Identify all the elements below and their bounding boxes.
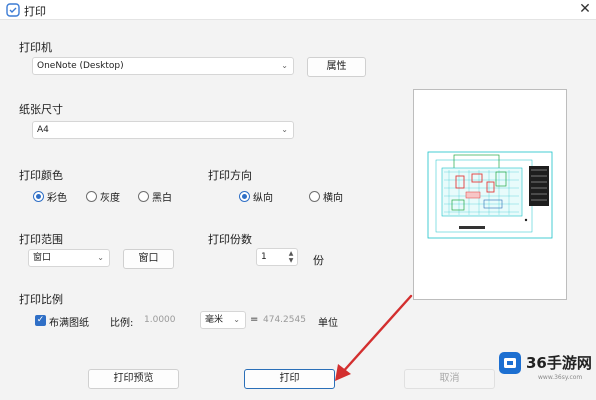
- print-preview-button[interactable]: 打印预览: [88, 369, 179, 389]
- radio-landscape[interactable]: 横向: [309, 188, 343, 204]
- printer-select-value: OneNote (Desktop): [37, 61, 124, 71]
- window-title: 打印: [24, 5, 46, 18]
- radio-blackwhite-label: 黑白: [152, 192, 172, 204]
- radio-color-label: 彩色: [47, 192, 67, 204]
- copies-stepper[interactable]: 1 ▲ ▼: [256, 248, 298, 266]
- radio-grayscale-indicator: [86, 190, 97, 202]
- window-select-button[interactable]: 窗口: [123, 249, 174, 269]
- watermark-brand: 36手游网: [526, 354, 592, 372]
- copies-label: 打印份数: [208, 233, 252, 246]
- properties-button[interactable]: 属性: [307, 57, 366, 77]
- print-color-label: 打印颜色: [19, 169, 63, 182]
- radio-blackwhite[interactable]: 黑白: [138, 188, 172, 204]
- copies-value: 1: [261, 252, 267, 262]
- radio-portrait[interactable]: 纵向: [239, 188, 273, 204]
- chevron-down-icon: ⌄: [281, 61, 288, 70]
- stepper-up-icon[interactable]: ▲: [286, 250, 296, 257]
- radio-color-indicator: [33, 190, 44, 202]
- chevron-down-icon: ⌄: [281, 125, 288, 134]
- radio-blackwhite-indicator: [138, 190, 149, 202]
- radio-grayscale-label: 灰度: [100, 192, 120, 204]
- radio-landscape-label: 横向: [323, 192, 343, 204]
- print-scale-label: 打印比例: [19, 293, 63, 306]
- radio-landscape-indicator: [309, 190, 320, 202]
- paper-size-label: 纸张尺寸: [19, 103, 63, 116]
- drawing-thumbnail: [427, 151, 553, 239]
- paper-size-select[interactable]: A4 ⌄: [32, 121, 294, 139]
- radio-portrait-label: 纵向: [253, 192, 273, 204]
- print-button[interactable]: 打印: [244, 369, 335, 389]
- radio-color[interactable]: 彩色: [33, 188, 67, 204]
- watermark: 36手游网 www.36sy.com: [498, 348, 594, 394]
- unit-select[interactable]: 毫米 ⌄: [200, 311, 246, 329]
- radio-grayscale[interactable]: 灰度: [86, 188, 120, 204]
- printer-select[interactable]: OneNote (Desktop) ⌄: [32, 57, 294, 75]
- equals-sign: =: [250, 314, 259, 325]
- close-button[interactable]: ✕: [574, 0, 596, 20]
- app-icon: [6, 3, 20, 17]
- paper-size-value: A4: [37, 125, 49, 135]
- annotation-arrow: [335, 294, 413, 381]
- stepper-down-icon[interactable]: ▼: [286, 257, 296, 264]
- copies-unit: 份: [313, 254, 324, 267]
- print-range-value: 窗口: [33, 253, 52, 263]
- title-bar: 打印 ✕: [0, 0, 596, 20]
- print-orientation-label: 打印方向: [208, 169, 252, 182]
- print-preview-panel: [413, 89, 567, 300]
- computed-value[interactable]: 474.2545: [263, 315, 306, 325]
- radio-portrait-indicator: [239, 190, 250, 202]
- fit-to-paper-checkbox[interactable]: ✓: [35, 315, 46, 326]
- unit-select-value: 毫米: [205, 315, 224, 325]
- chevron-down-icon: ⌄: [233, 315, 240, 324]
- print-range-label: 打印范围: [19, 233, 63, 246]
- printer-label: 打印机: [19, 41, 52, 54]
- ratio-label: 比例:: [110, 318, 134, 329]
- ratio-value[interactable]: 1.0000: [144, 315, 176, 325]
- chevron-down-icon: ⌄: [97, 253, 104, 262]
- watermark-logo-icon: [499, 352, 521, 374]
- fit-to-paper-label: 布满图纸: [49, 318, 89, 329]
- watermark-url: www.36sy.com: [538, 374, 583, 381]
- print-range-select[interactable]: 窗口 ⌄: [28, 249, 110, 267]
